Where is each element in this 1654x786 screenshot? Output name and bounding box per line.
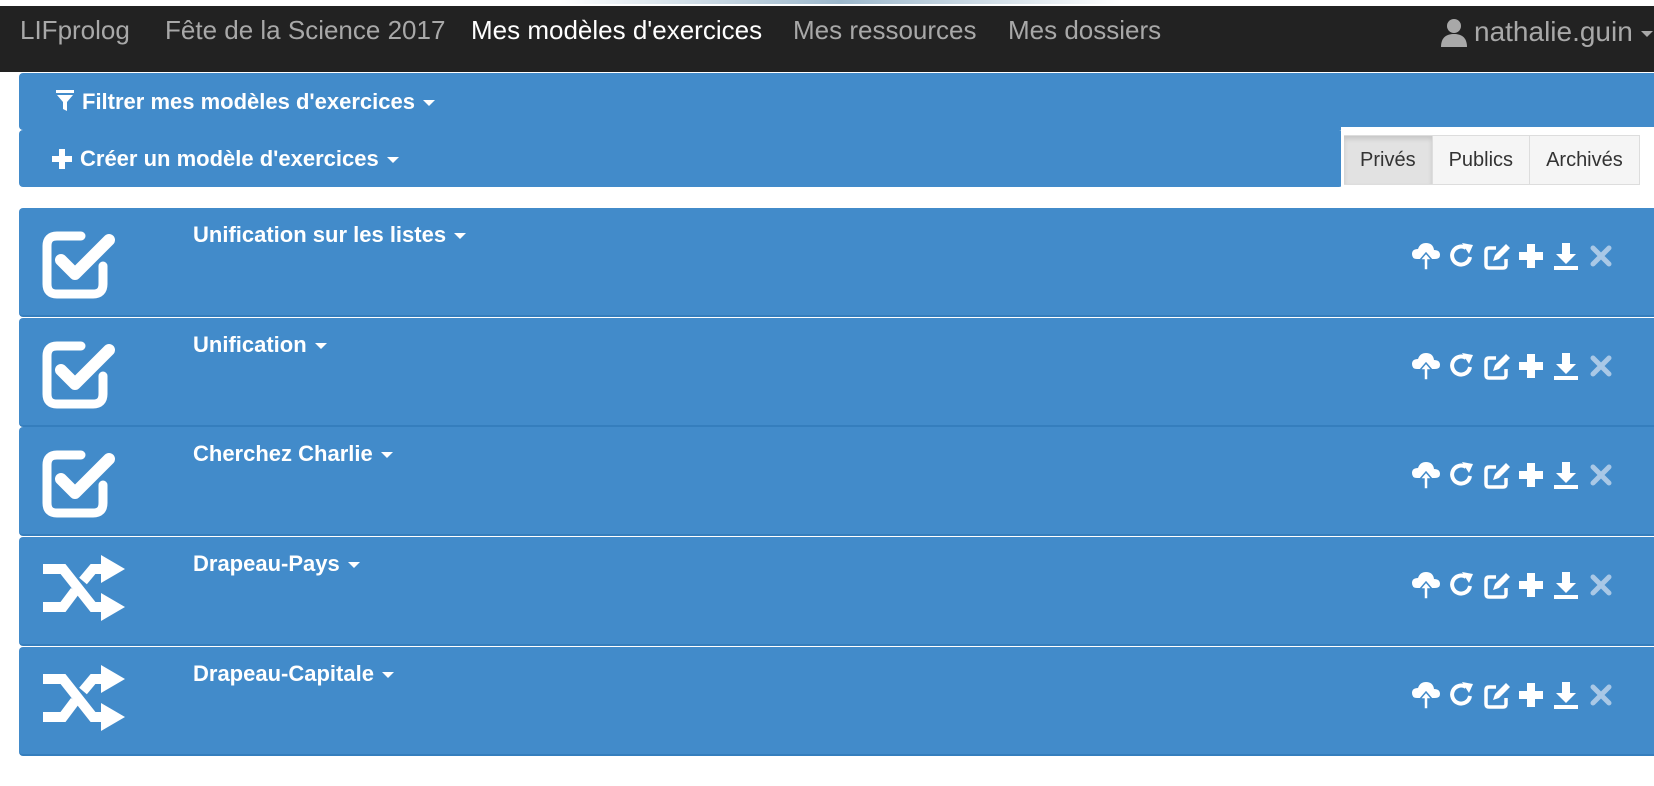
download-icon[interactable]: [1552, 460, 1580, 490]
cloud-upload-icon[interactable]: [1412, 351, 1440, 381]
tab-archives[interactable]: Archivés: [1530, 135, 1640, 185]
plus-icon[interactable]: [1517, 241, 1545, 271]
remove-icon: [1587, 570, 1615, 600]
download-icon[interactable]: [1552, 241, 1580, 271]
top-strip-accent: [560, 0, 1120, 4]
exercise-title: Cherchez Charlie: [193, 441, 373, 466]
exercise-title: Unification sur les listes: [193, 222, 447, 247]
download-icon[interactable]: [1552, 351, 1580, 381]
row-actions: [1412, 565, 1615, 605]
refresh-icon[interactable]: [1447, 241, 1475, 271]
chevron-down-icon: [454, 233, 467, 240]
remove-icon: [1587, 460, 1615, 490]
nav-item-mes-dossiers[interactable]: Mes dossiers: [1008, 12, 1161, 48]
exercise-title: Unification: [193, 332, 307, 357]
cloud-upload-icon[interactable]: [1412, 570, 1440, 600]
exercise-row: Cherchez Charlie: [19, 427, 1654, 536]
nav-item-mes-ressources[interactable]: Mes ressources: [793, 12, 977, 48]
plus-icon[interactable]: [1517, 351, 1545, 381]
edit-icon[interactable]: [1482, 460, 1510, 490]
chevron-down-icon: [422, 100, 435, 107]
checkbox-check-icon: [41, 222, 119, 300]
tab-prives[interactable]: Privés: [1344, 135, 1433, 185]
row-actions: [1412, 675, 1615, 715]
filter-label: Filtrer mes modèles d'exercices: [82, 89, 415, 114]
plus-icon[interactable]: [1517, 680, 1545, 710]
exercise-title-dropdown[interactable]: Unification: [193, 332, 327, 358]
exercise-row: Unification: [19, 318, 1654, 427]
edit-icon[interactable]: [1482, 570, 1510, 600]
remove-icon: [1587, 241, 1615, 271]
exercise-title-dropdown[interactable]: Cherchez Charlie: [193, 441, 393, 467]
shuffle-icon: [41, 551, 125, 629]
plus-icon: [52, 149, 72, 169]
refresh-icon[interactable]: [1447, 351, 1475, 381]
exercise-title-dropdown[interactable]: Unification sur les listes: [193, 222, 467, 248]
user-icon: [1441, 19, 1467, 47]
remove-icon: [1587, 351, 1615, 381]
row-actions: [1412, 236, 1615, 276]
plus-icon[interactable]: [1517, 460, 1545, 490]
create-exercise-button[interactable]: Créer un modèle d'exercices: [52, 130, 399, 187]
cloud-upload-icon[interactable]: [1412, 680, 1440, 710]
chevron-down-icon: [381, 672, 394, 679]
edit-icon[interactable]: [1482, 241, 1510, 271]
remove-icon: [1587, 680, 1615, 710]
exercise-row: Unification sur les listes: [19, 208, 1654, 317]
checkbox-check-icon: [41, 441, 119, 519]
filter-icon: [56, 90, 74, 111]
refresh-icon[interactable]: [1447, 570, 1475, 600]
checkbox-check-icon: [41, 332, 119, 410]
row-actions: [1412, 346, 1615, 386]
refresh-icon[interactable]: [1447, 460, 1475, 490]
create-label: Créer un modèle d'exercices: [80, 146, 379, 171]
top-navbar: LIFprolog Fête de la Science 2017 Mes mo…: [0, 0, 1654, 72]
exercise-title: Drapeau-Capitale: [193, 661, 374, 686]
download-icon[interactable]: [1552, 570, 1580, 600]
exercise-title: Drapeau-Pays: [193, 551, 340, 576]
tab-publics[interactable]: Publics: [1432, 135, 1531, 185]
exercise-title-dropdown[interactable]: Drapeau-Capitale: [193, 661, 394, 687]
plus-icon[interactable]: [1517, 570, 1545, 600]
chevron-down-icon: [347, 562, 360, 569]
create-bar: Créer un modèle d'exercices: [19, 130, 1343, 187]
row-actions: [1412, 455, 1615, 495]
visibility-tabs: Privés Publics Archivés: [1341, 127, 1654, 189]
chevron-down-icon: [314, 343, 327, 350]
cloud-upload-icon[interactable]: [1412, 460, 1440, 490]
cloud-upload-icon[interactable]: [1412, 241, 1440, 271]
filter-bar: Filtrer mes modèles d'exercices: [19, 73, 1654, 130]
chevron-down-icon: [380, 452, 393, 459]
edit-icon[interactable]: [1482, 680, 1510, 710]
user-menu[interactable]: nathalie.guin: [1440, 12, 1653, 52]
navbar-brand[interactable]: LIFprolog: [20, 12, 130, 48]
user-name: nathalie.guin: [1474, 16, 1633, 47]
nav-item-fete-de-la-science[interactable]: Fête de la Science 2017: [165, 12, 445, 48]
nav-item-mes-modeles[interactable]: Mes modèles d'exercices: [471, 12, 762, 48]
edit-icon[interactable]: [1482, 351, 1510, 381]
chevron-down-icon: [386, 157, 399, 164]
exercise-row: Drapeau-Capitale: [19, 647, 1654, 756]
exercise-row: Drapeau-Pays: [19, 537, 1654, 646]
filter-toggle[interactable]: Filtrer mes modèles d'exercices: [56, 73, 435, 130]
exercise-title-dropdown[interactable]: Drapeau-Pays: [193, 551, 360, 577]
shuffle-icon: [41, 661, 125, 739]
refresh-icon[interactable]: [1447, 680, 1475, 710]
download-icon[interactable]: [1552, 680, 1580, 710]
chevron-down-icon: [1640, 30, 1653, 37]
